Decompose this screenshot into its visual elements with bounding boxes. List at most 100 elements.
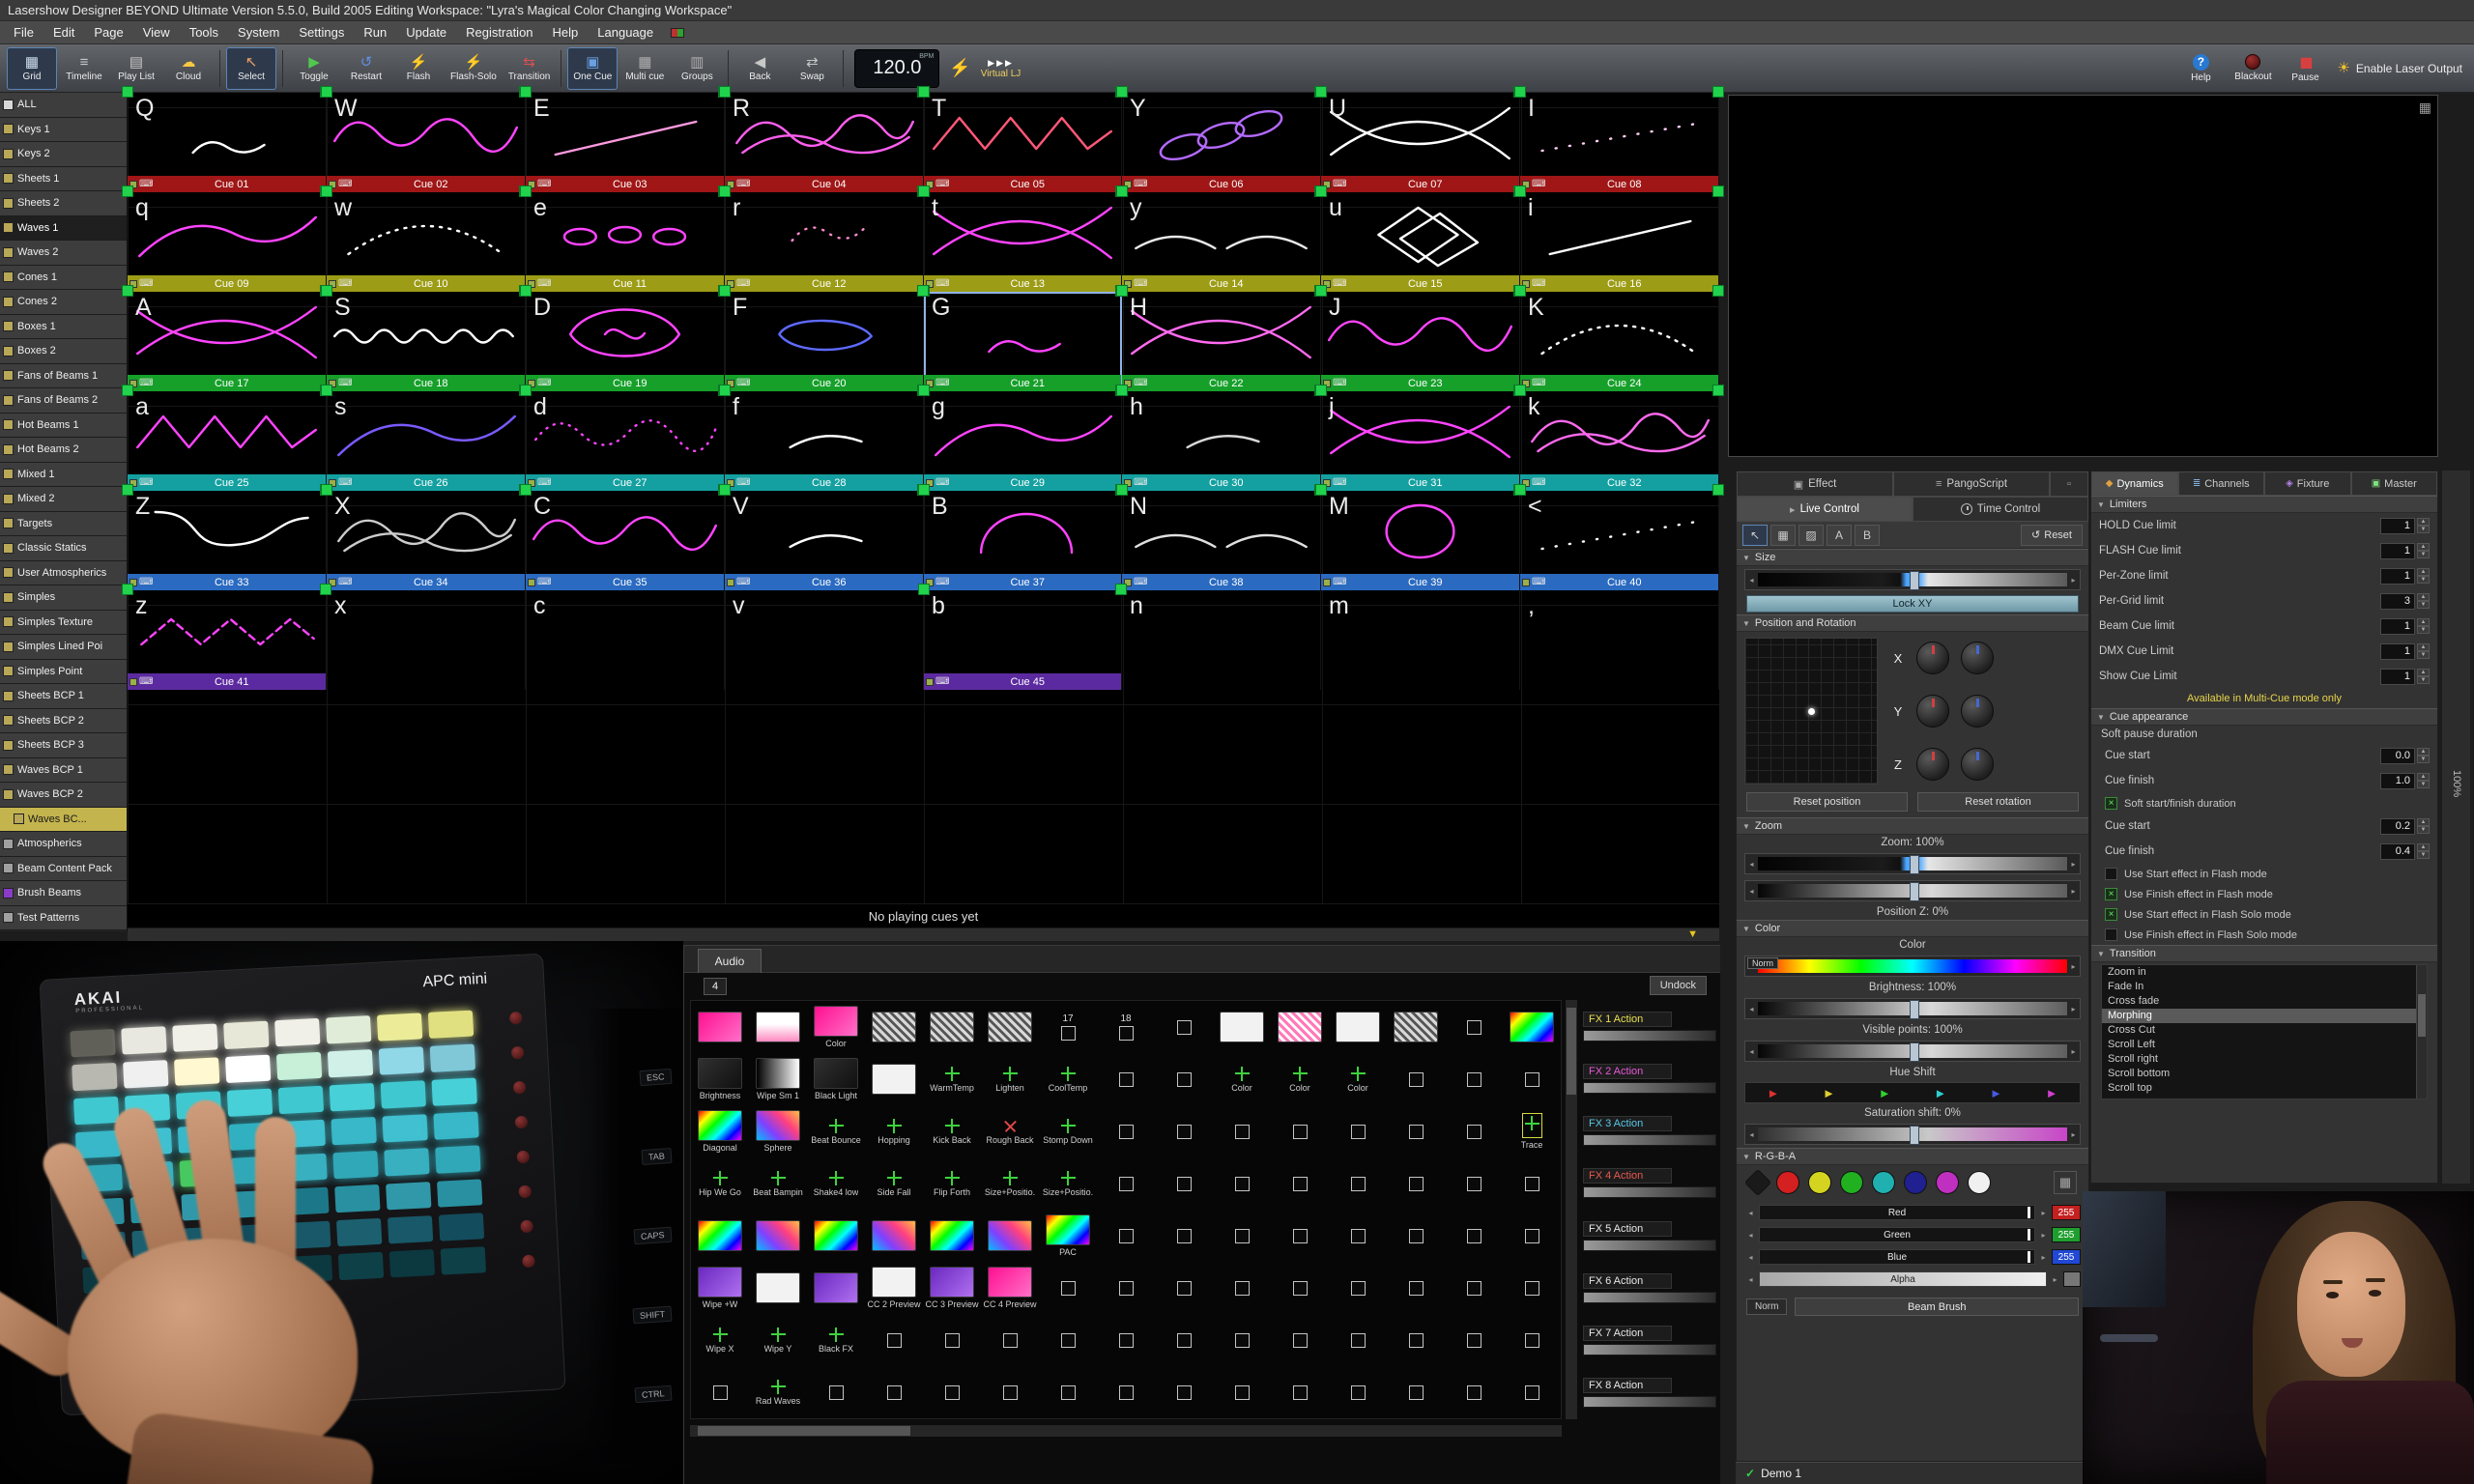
fx-cell[interactable] [1387,1105,1445,1157]
fx-checkbox[interactable] [1467,1385,1482,1400]
fx-action-label[interactable]: FX 5 Action [1583,1221,1672,1237]
cue-cell-cue-38[interactable]: N⌨Cue 38 [1122,491,1321,590]
fx-cell[interactable] [1445,1053,1503,1105]
selection-handle-icon[interactable] [320,584,331,595]
fx-checkbox[interactable] [1409,1333,1424,1348]
cue-bar[interactable]: ⌨Cue 18 [327,375,525,391]
fx-cell[interactable]: Stomp Down [1039,1105,1097,1157]
bpm-display[interactable]: 120.0 BPM [854,49,939,88]
transition-button[interactable]: ⇆Transition [503,47,556,90]
palette-color-5[interactable] [1872,1171,1895,1194]
selection-handle-icon[interactable] [122,584,133,595]
selection-handle-icon[interactable] [321,285,332,297]
fx-crosshair-icon[interactable] [713,1327,728,1342]
transition-item-zoom-in[interactable]: Zoom in [2102,965,2427,980]
fx-cell[interactable] [923,1001,981,1053]
selection-handle-icon[interactable] [1712,86,1724,98]
fx-checkbox[interactable] [1003,1333,1018,1348]
fx-cell[interactable] [1271,1157,1329,1210]
cue-cell-cue-09[interactable]: q⌨Cue 09 [128,192,327,292]
fx-cell[interactable] [1387,1314,1445,1366]
transition-item-cross-cut[interactable]: Cross Cut [2102,1023,2427,1038]
fx-cell[interactable]: Side Fall [865,1157,923,1210]
cue-cell-cue-41[interactable]: z⌨Cue 41 [128,590,327,690]
slider-right-arrow-icon[interactable]: ▸ [2037,1231,2050,1240]
fx-thumbnail[interactable] [872,1220,916,1251]
tab-time-control[interactable]: Time Control [1913,497,2088,522]
fx-checkbox[interactable] [1235,1281,1250,1296]
sidebar-item-atmospherics[interactable]: Atmospherics [0,832,127,857]
cue-bar[interactable]: ⌨Cue 35 [526,574,724,590]
selection-handle-icon[interactable] [321,86,332,98]
fx-cell[interactable]: CoolTemp [1039,1053,1097,1105]
selection-handle-icon[interactable] [1315,86,1327,98]
cue-cell-cue-16[interactable]: i⌨Cue 16 [1520,192,1719,292]
soft-pause-cue-start-value[interactable]: 0.0 [2380,748,2415,764]
fx-cell[interactable]: Hip We Go [691,1157,749,1210]
section-zoom[interactable]: ▼Zoom [1737,817,2088,835]
fx-cell[interactable]: Beat Bounce [807,1105,865,1157]
selection-handle-icon[interactable] [918,86,930,98]
transition-item-morphing[interactable]: Morphing [2102,1009,2427,1023]
alpha-track[interactable]: Alpha [1759,1271,2047,1287]
cue-bar[interactable]: ⌨Cue 15 [1321,275,1519,292]
limiter-per-zone-limit-value[interactable]: 1 [2380,568,2415,585]
fx-cell[interactable] [1097,1366,1155,1418]
rotation-knob-y-1[interactable] [1916,695,1949,728]
fx-crosshair-icon[interactable] [887,1119,902,1133]
transition-item-scroll-right[interactable]: Scroll right [2102,1052,2427,1067]
tab-master[interactable]: ▣Master [2351,471,2438,496]
tab-fixture[interactable]: ◈Fixture [2264,471,2351,496]
palette-color-2[interactable] [1776,1171,1799,1194]
help-button[interactable]: ?Help [2175,47,2226,90]
fx-action-slider[interactable] [1583,1134,1716,1146]
fx-checkbox[interactable] [1409,1281,1424,1296]
fx-checkbox[interactable] [1525,1385,1539,1400]
sidebar-item-simples-point[interactable]: Simples Point [0,660,127,685]
fx-cell[interactable] [1155,1210,1213,1262]
fx-cell[interactable] [1387,1001,1445,1053]
cue-cell-cue-35[interactable]: C⌨Cue 35 [526,491,725,590]
soft-pause-cue-finish-spinner[interactable]: ▲▼ [2417,773,2430,788]
cue-bar[interactable]: ⌨Cue 04 [725,176,923,192]
sidebar-item-sheets-bcp-2[interactable]: Sheets BCP 2 [0,709,127,734]
cue-bar[interactable]: ⌨Cue 31 [1321,474,1519,491]
fx-action-slider[interactable] [1583,1240,1716,1251]
sidebar-item-brush-beams[interactable]: Brush Beams [0,881,127,906]
sidebar-item-mixed-1[interactable]: Mixed 1 [0,463,127,488]
fx-cell[interactable] [1387,1366,1445,1418]
cue-cell-cue-29[interactable]: g⌨Cue 29 [924,391,1122,491]
sidebar-item-user-atmospherics[interactable]: User Atmospherics [0,561,127,586]
fx-checkbox[interactable] [1235,1177,1250,1191]
fx-cell[interactable] [691,1001,749,1053]
fx-cell[interactable] [865,1001,923,1053]
fx-checkbox[interactable] [1235,1385,1250,1400]
enable-laser-button[interactable]: ☀Enable Laser Output [2332,47,2467,90]
cue-cell-cue-05[interactable]: T⌨Cue 05 [924,93,1122,192]
soft-start-cue-start-spinner[interactable]: ▲▼ [2417,818,2430,834]
selection-handle-icon[interactable] [520,186,532,197]
fx-thumbnail[interactable] [698,1267,742,1298]
fx-cell[interactable]: PAC [1039,1210,1097,1262]
fx-cell[interactable]: Wipe X [691,1314,749,1366]
fx-thumbnail[interactable] [814,1220,858,1251]
grid-tool-icon[interactable]: ▦ [1770,525,1796,546]
selection-handle-icon[interactable] [1712,484,1724,496]
section-color[interactable]: ▼Color [1737,920,2088,937]
cue-cell-cue-04[interactable]: R⌨Cue 04 [725,93,924,192]
beam-brush-button[interactable]: Beam Brush [1795,1298,2079,1316]
selection-handle-icon[interactable] [122,86,133,98]
swap-button[interactable]: ⇄Swap [787,47,837,90]
cue-bar[interactable]: ⌨Cue 38 [1122,574,1320,590]
blue-track[interactable]: Blue [1759,1249,2035,1265]
fx-cell[interactable]: Rad Waves [749,1366,807,1418]
tab-pangoscript[interactable]: ≡PangoScript [1893,471,2050,497]
fx-cell[interactable] [1271,1105,1329,1157]
transition-scrollbar[interactable] [2416,965,2427,1099]
sidebar-item-fans-of-beams-1[interactable]: Fans of Beams 1 [0,364,127,389]
fx-thumbnail[interactable] [756,1220,800,1251]
cue-cell-cue-02[interactable]: W⌨Cue 02 [327,93,526,192]
fx-cell[interactable] [1213,1105,1271,1157]
cue-bar[interactable]: ⌨Cue 28 [725,474,923,491]
selection-handle-icon[interactable] [918,584,930,595]
